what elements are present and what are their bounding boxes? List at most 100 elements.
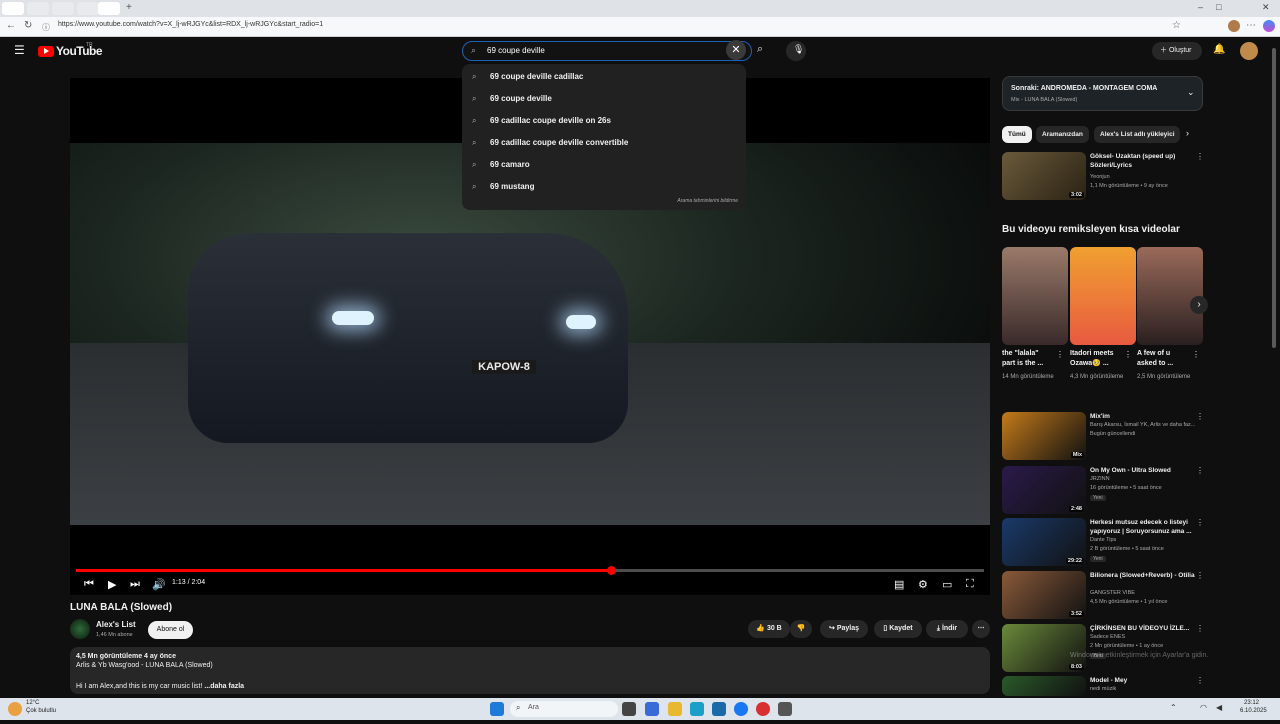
short-title[interactable]: Itadori meets Ozawa🥺 ... (1070, 349, 1118, 369)
more-vert-icon[interactable]: ⋮ (1056, 350, 1064, 359)
new-tab-icon[interactable]: + (126, 2, 132, 13)
site-info-icon[interactable]: ⓘ (42, 22, 50, 33)
refresh-icon[interactable]: ↻ (24, 20, 32, 31)
more-vert-icon[interactable]: ⋮ (1196, 624, 1204, 633)
settings-gear-icon[interactable]: ⚙ (918, 578, 928, 591)
more-vert-icon[interactable]: ⋮ (1124, 350, 1132, 359)
rec-video[interactable]: 3:52 Bilionera (Slowed+Reverb) - Otilia GA… (1002, 571, 1207, 619)
rec-channel[interactable]: Dante Tips (1090, 537, 1116, 543)
tray-chevron-icon[interactable]: ⌃ (1170, 703, 1177, 712)
shorts-next-button[interactable]: › (1190, 296, 1208, 314)
rec-channel[interactable]: GANGSTER VIBE (1090, 590, 1135, 596)
tab-3[interactable] (52, 2, 74, 15)
more-vert-icon[interactable]: ⋮ (1196, 676, 1204, 685)
suggestion-item[interactable]: ⌕ 69 camaro (472, 154, 736, 176)
logo-text[interactable]: YouTube (56, 44, 103, 58)
progress-bar[interactable] (76, 566, 984, 575)
rec-title[interactable]: On My Own - Ultra Slowed (1090, 466, 1198, 475)
rec-channel[interactable]: Barış Akarsu, İsmail YK, Arlis ve daha f… (1090, 422, 1195, 428)
video-thumbnail[interactable]: 3:02 (1002, 152, 1086, 200)
favorite-star-icon[interactable]: ☆ (1172, 20, 1181, 31)
rec-video[interactable]: 29:22 Herkesi mutsuz edecek o listeyi yap… (1002, 518, 1207, 566)
tab-youtube[interactable] (98, 2, 120, 15)
rec-channel[interactable]: JRZINN (1090, 476, 1110, 482)
rec-title[interactable]: ÇİRKİNSEN BU VİDEOYU İZLE... (1090, 624, 1198, 633)
short-thumbnail[interactable] (1070, 247, 1136, 345)
more-icon[interactable]: ⋯ (1246, 20, 1256, 31)
more-actions-button[interactable]: ⋯ (972, 620, 990, 638)
edge-browser-icon[interactable] (690, 702, 704, 716)
rec-title[interactable]: Mix'im (1090, 412, 1198, 421)
channel-avatar[interactable] (70, 619, 90, 639)
share-button[interactable]: ↪ Paylaş (820, 620, 868, 638)
rec-title[interactable]: Göksel- Uzaktan (speed up) Sözleri/Lyric… (1090, 152, 1198, 170)
search-button-icon[interactable]: ⌕ (757, 43, 763, 56)
rec-channel[interactable]: Sadece ENES (1090, 634, 1125, 640)
more-vert-icon[interactable]: ⋮ (1196, 518, 1204, 527)
task-view-icon[interactable] (622, 702, 636, 716)
dislike-button[interactable]: 👎 (790, 620, 812, 638)
short-thumbnail[interactable] (1002, 247, 1068, 345)
copilot-taskbar-icon[interactable] (645, 702, 659, 716)
like-button[interactable]: 👍 30 B (748, 620, 790, 638)
start-button-icon[interactable] (490, 702, 504, 716)
short-title[interactable]: the "lalala" part is the ... (1002, 349, 1050, 369)
profile-avatar[interactable] (1228, 20, 1240, 32)
chip-all[interactable]: Tümü (1002, 126, 1032, 143)
play-icon[interactable]: ▶ (108, 578, 116, 591)
fullscreen-icon[interactable]: ⛶ (966, 578, 974, 591)
clock-date[interactable]: 6.10.2025 (1240, 708, 1267, 714)
store-icon[interactable] (712, 702, 726, 716)
save-button[interactable]: ▯ Kaydet (874, 620, 922, 638)
file-explorer-icon[interactable] (668, 702, 682, 716)
clear-search-button[interactable]: ✕ (726, 40, 746, 60)
more-vert-icon[interactable]: ⋮ (1192, 350, 1200, 359)
more-vert-icon[interactable]: ⋮ (1196, 152, 1204, 161)
rec-title[interactable]: Model - Mey (1090, 676, 1198, 685)
close-window-icon[interactable]: ✕ (1262, 2, 1270, 13)
rec-channel[interactable]: Yeonjun (1090, 174, 1110, 180)
tab-4[interactable] (77, 2, 99, 15)
menu-icon[interactable]: ☰ (14, 43, 25, 57)
suggestion-item[interactable]: ⌕ 69 cadillac coupe deville on 26s (472, 110, 736, 132)
video-thumbnail[interactable]: 8:03 (1002, 624, 1086, 672)
page-scrollbar[interactable] (1272, 48, 1276, 348)
weather-icon[interactable] (8, 702, 22, 716)
subtitles-icon[interactable]: ▤ (894, 578, 904, 591)
chevron-down-icon[interactable]: ⌄ (1187, 87, 1195, 98)
chip-from-search[interactable]: Aramanızdan (1036, 126, 1089, 143)
video-thumbnail[interactable]: 2:48 (1002, 466, 1086, 514)
theater-mode-icon[interactable]: ▭ (942, 578, 952, 591)
show-more-link[interactable]: ...daha fazla (204, 683, 244, 690)
suggestion-item[interactable]: ⌕ 69 mustang (472, 176, 736, 198)
maximize-icon[interactable]: □ (1216, 2, 1221, 12)
account-avatar[interactable] (1240, 42, 1258, 60)
chevron-right-icon[interactable]: › (1186, 128, 1189, 138)
clock-time[interactable]: 23:12 (1244, 700, 1259, 706)
rec-video[interactable]: 3:02 Göksel- Uzaktan (speed up) Sözleri/… (1002, 152, 1207, 200)
tab-gmail[interactable] (27, 2, 49, 15)
speaker-icon[interactable]: ◀ (1216, 703, 1222, 712)
create-button[interactable]: ＋ Oluştur (1152, 42, 1202, 60)
suggestion-item[interactable]: ⌕ 69 cadillac coupe deville convertible (472, 132, 736, 154)
video-thumbnail[interactable]: Mix (1002, 412, 1086, 460)
more-vert-icon[interactable]: ⋮ (1196, 571, 1204, 580)
back-icon[interactable]: ← (6, 20, 16, 31)
app-icon[interactable] (778, 702, 792, 716)
rec-video[interactable]: 8:03 ÇİRKİNSEN BU VİDEOYU İZLE... Sadece E… (1002, 624, 1207, 672)
rec-title[interactable]: Herkesi mutsuz edecek o listeyi yapıyoru… (1090, 518, 1198, 536)
url-text[interactable]: https://www.youtube.com/watch?v=X_lj-wRJ… (58, 21, 323, 28)
report-predictions-link[interactable]: Arama tahminlerini bildirme (677, 198, 738, 204)
download-button[interactable]: ⤓ İndir (926, 620, 968, 638)
rec-channel[interactable]: nedi müzik (1090, 686, 1116, 692)
subscribe-button[interactable]: Abone ol (148, 621, 193, 639)
minimize-icon[interactable]: – (1198, 2, 1203, 12)
volume-icon[interactable]: 🔊 (152, 578, 166, 591)
copilot-icon[interactable] (1263, 20, 1275, 32)
short-thumbnail[interactable] (1137, 247, 1203, 345)
channel-name[interactable]: Alex's List (96, 620, 136, 629)
video-thumbnail[interactable] (1002, 676, 1086, 696)
rec-title[interactable]: Bilionera (Slowed+Reverb) - Otilia (1090, 571, 1198, 580)
suggestion-item[interactable]: ⌕ 69 coupe deville cadillac (472, 66, 736, 88)
suggestion-item[interactable]: ⌕ 69 coupe deville (472, 88, 736, 110)
